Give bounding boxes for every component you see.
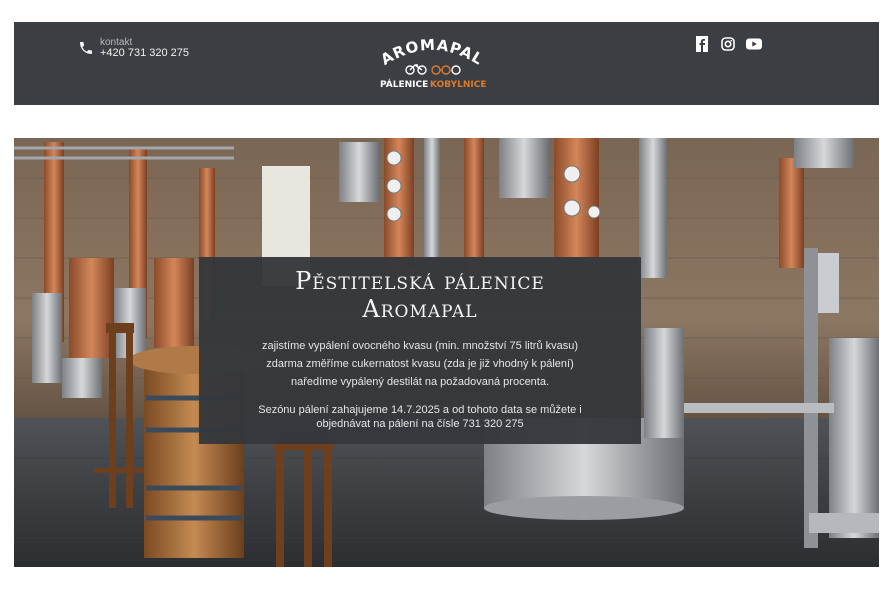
glasses-icon xyxy=(431,65,451,75)
instagram-icon[interactable] xyxy=(720,36,736,52)
season-line-1: Sezónu pálení zahajujeme 14.7.2025 a od … xyxy=(258,404,582,416)
hero-title-line1: Pěstitelská pálenice xyxy=(295,267,545,295)
facebook-icon[interactable] xyxy=(694,36,710,52)
hero-title-line2: Aromapal xyxy=(362,295,478,323)
social-links xyxy=(694,36,762,52)
hero-service-2: zdarma změříme cukernatost kvasu (zda je… xyxy=(266,358,574,370)
logo-palenice: PÁLENICE xyxy=(380,78,428,90)
leaf-icon xyxy=(451,65,461,75)
page: kontakt +420 731 320 275 AROMAPAL PÁLENI… xyxy=(0,0,891,609)
season-line-2: objednávat na pálení na čísle 731 320 27… xyxy=(316,418,524,430)
hero-info-box: Pěstitelská pálenice Aromapal zajistíme … xyxy=(199,257,641,444)
hero-service-1: zajistíme vypálení ovocného kvasu (min. … xyxy=(261,340,579,352)
contact-block[interactable]: kontakt +420 731 320 275 xyxy=(78,37,189,59)
site-header: kontakt +420 731 320 275 AROMAPAL PÁLENI… xyxy=(14,22,879,105)
youtube-icon[interactable] xyxy=(746,36,762,52)
season-announcement: Sezónu pálení zahajujeme 14.7.2025 a od … xyxy=(199,403,641,431)
hero-section: Pěstitelská pálenice Aromapal zajistíme … xyxy=(14,138,879,567)
phone-icon xyxy=(78,40,94,56)
logo-title: AROMAPAL xyxy=(378,36,486,69)
svg-text:AROMAPAL: AROMAPAL xyxy=(378,36,487,69)
contact-phone-link[interactable]: +420 731 320 275 xyxy=(100,48,189,59)
hero-services-list: zajistíme vypálení ovocného kvasu (min. … xyxy=(199,337,641,391)
hero-service-3: naředíme vypálený destilát na požadovaná… xyxy=(290,376,550,388)
bicycle-icon xyxy=(405,64,427,75)
logo-kobylnice: KOBYLNICE xyxy=(430,80,486,90)
hero-title: Pěstitelská pálenice Aromapal xyxy=(199,267,641,323)
aromapal-logo[interactable]: AROMAPAL PÁLENICE KOBYLNICE xyxy=(376,32,488,96)
